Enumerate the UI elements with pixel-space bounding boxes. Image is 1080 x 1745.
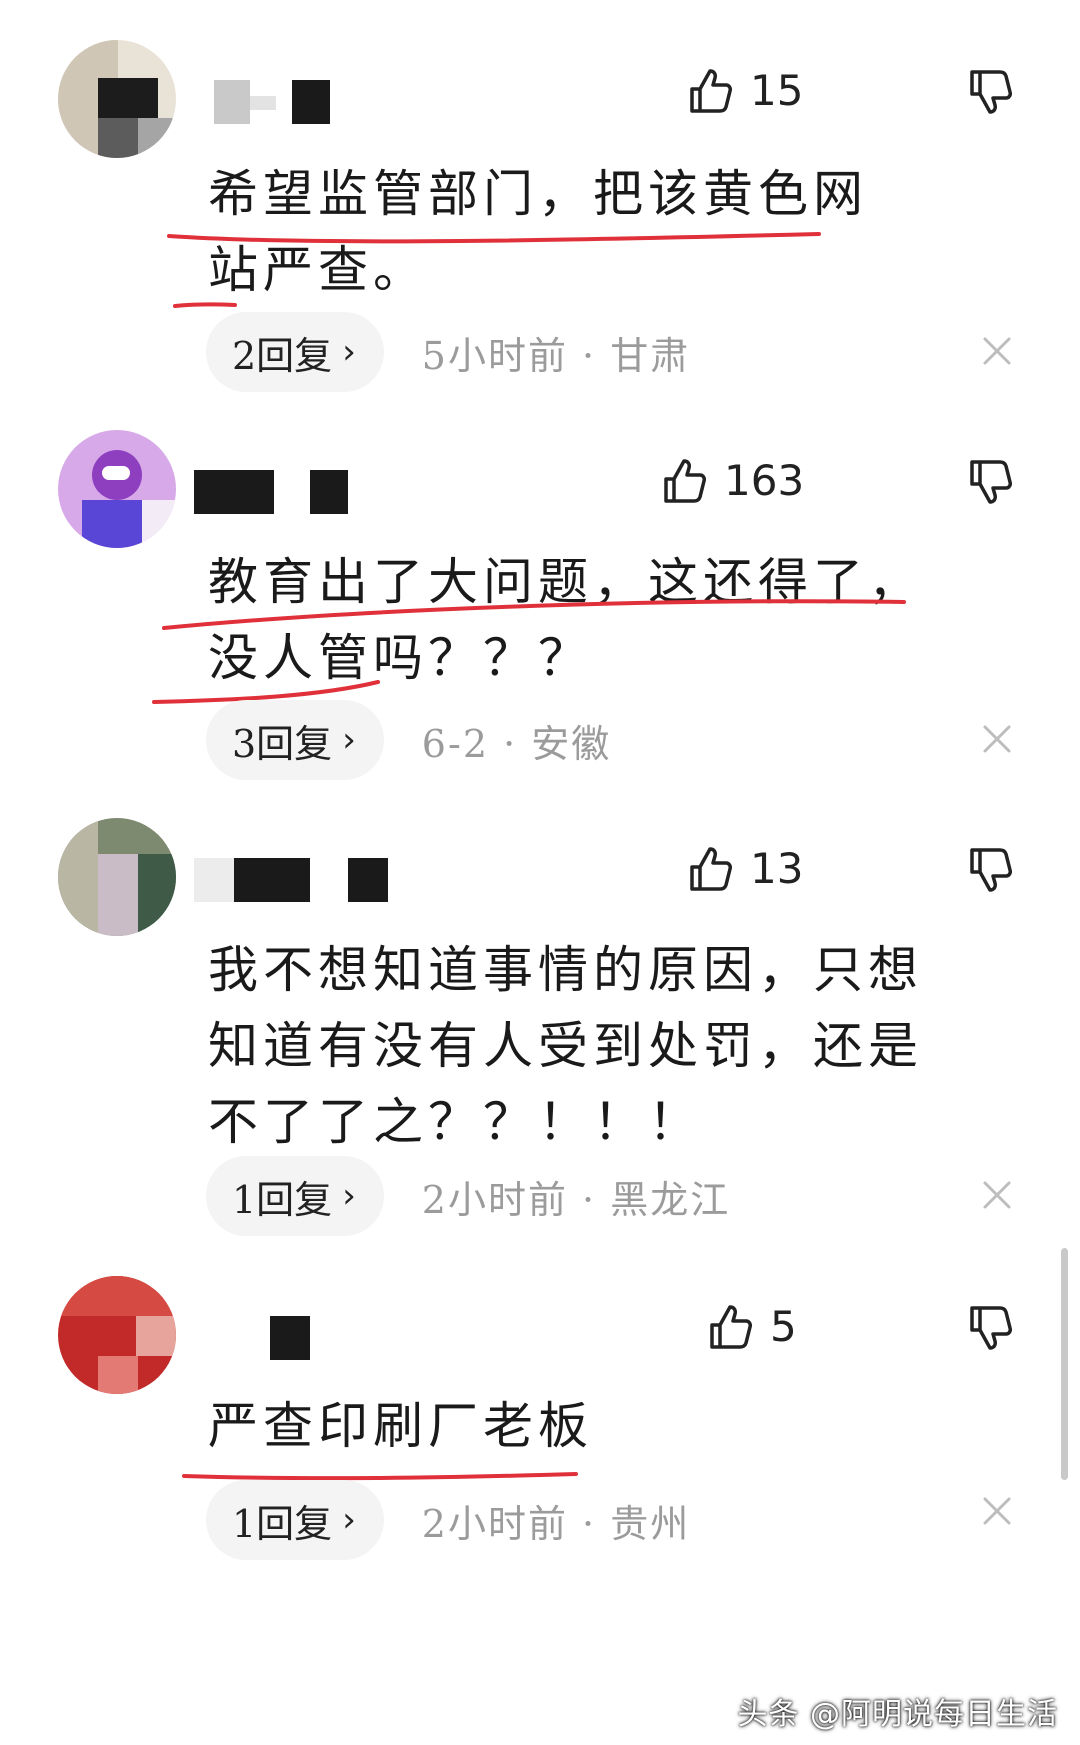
dislike-button[interactable] xyxy=(968,846,1012,894)
dislike-button[interactable] xyxy=(968,458,1012,506)
thumb-down-icon xyxy=(968,68,1012,116)
avatar[interactable] xyxy=(58,818,176,936)
close-icon[interactable] xyxy=(982,1180,1012,1210)
reply-button[interactable]: 3回复 › xyxy=(206,700,384,780)
like-button[interactable]: 13 xyxy=(688,844,803,893)
reply-count: 3回复 xyxy=(232,721,333,766)
comment-meta: 3回复 › 6-2 · 安徽 xyxy=(206,700,611,780)
reply-button[interactable]: 2回复 › xyxy=(206,312,384,392)
scrollbar[interactable] xyxy=(1061,1248,1068,1480)
chevron-right-icon: › xyxy=(342,1500,356,1540)
time-location: 2小时前 · 黑龙江 xyxy=(421,1177,731,1222)
chevron-right-icon: › xyxy=(342,1176,356,1216)
dislike-button[interactable] xyxy=(968,68,1012,116)
close-icon[interactable] xyxy=(982,1496,1012,1526)
comment-text: 希望监管部门，把该黄色网站严查。 xyxy=(208,165,868,299)
thumb-down-icon xyxy=(968,458,1012,506)
chevron-right-icon: › xyxy=(342,332,356,372)
comment-text: 教育出了大问题，这还得了，没人管吗？？？ xyxy=(208,553,923,687)
avatar[interactable] xyxy=(58,1276,176,1394)
thumb-down-icon xyxy=(968,846,1012,894)
time-location: 2小时前 · 贵州 xyxy=(421,1501,691,1546)
like-button[interactable]: 15 xyxy=(688,66,803,115)
like-button[interactable]: 5 xyxy=(708,1302,797,1351)
comment-text: 我不想知道事情的原因，只想知道有没有人受到处罚，还是不了了之？？！！！ xyxy=(208,941,923,1151)
thumb-up-icon xyxy=(688,67,732,115)
chevron-right-icon: › xyxy=(342,720,356,760)
close-icon[interactable] xyxy=(982,336,1012,366)
thumb-up-icon xyxy=(662,457,706,505)
thumb-up-icon xyxy=(688,845,732,893)
like-count: 163 xyxy=(724,456,805,505)
thumb-up-icon xyxy=(708,1303,752,1351)
like-button[interactable]: 163 xyxy=(662,456,804,505)
like-count: 15 xyxy=(750,66,804,115)
reply-count: 1回复 xyxy=(232,1501,333,1546)
comment-meta: 2回复 › 5小时前 · 甘肃 xyxy=(206,312,690,392)
avatar[interactable] xyxy=(58,430,176,548)
thumb-down-icon xyxy=(968,1304,1012,1352)
comment-meta: 1回复 › 2小时前 · 黑龙江 xyxy=(206,1156,730,1236)
time-location: 6-2 · 安徽 xyxy=(421,721,612,766)
reply-button[interactable]: 1回复 › xyxy=(206,1156,384,1236)
reply-count: 2回复 xyxy=(232,333,333,378)
avatar[interactable] xyxy=(58,40,176,158)
reply-count: 1回复 xyxy=(232,1177,333,1222)
like-count: 13 xyxy=(750,844,804,893)
comment-meta: 1回复 › 2小时前 · 贵州 xyxy=(206,1480,690,1560)
like-count: 5 xyxy=(770,1302,797,1351)
close-icon[interactable] xyxy=(982,724,1012,754)
dislike-button[interactable] xyxy=(968,1304,1012,1352)
reply-button[interactable]: 1回复 › xyxy=(206,1480,384,1560)
comment-text: 严查印刷厂老板 xyxy=(208,1397,593,1455)
time-location: 5小时前 · 甘肃 xyxy=(421,333,691,378)
watermark: 头条 @阿明说每日生活 xyxy=(737,1697,1058,1732)
